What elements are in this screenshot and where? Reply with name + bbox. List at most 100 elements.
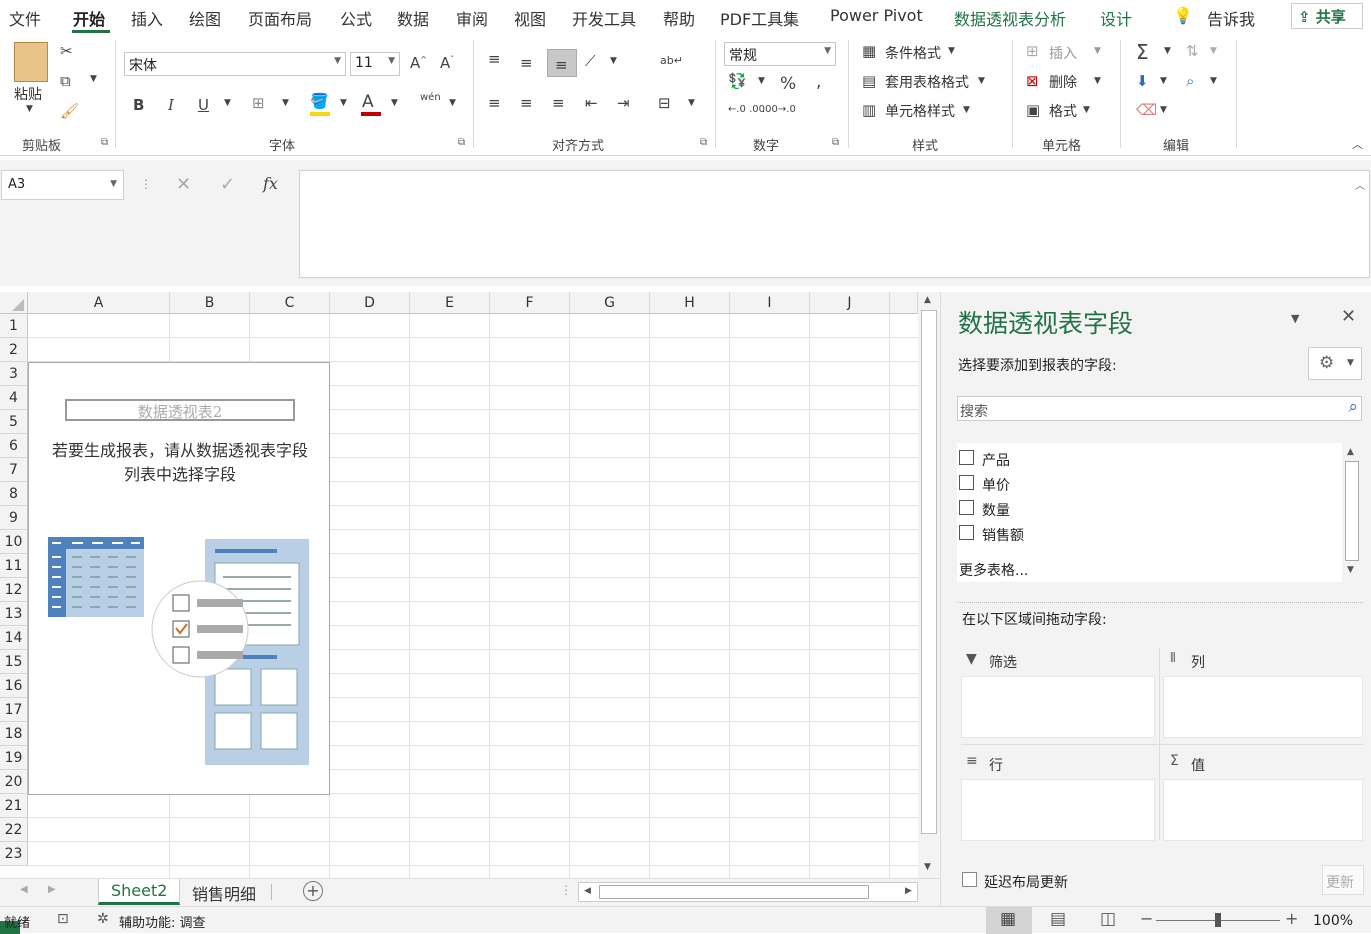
tab-draw[interactable]: 绘图 bbox=[189, 6, 221, 30]
chevron-down-icon[interactable]: ▼ bbox=[340, 98, 347, 108]
row-header[interactable]: 11 bbox=[0, 554, 28, 578]
field-label-unit-price[interactable]: 单价 bbox=[982, 475, 1010, 495]
table-format-button[interactable]: 套用表格格式 bbox=[885, 72, 969, 92]
paste-dropdown-icon[interactable]: ▼ bbox=[26, 104, 33, 114]
align-bottom-button[interactable]: ≡ bbox=[547, 49, 577, 77]
horizontal-scrollbar[interactable]: ◀ ▶ bbox=[578, 882, 918, 902]
tab-page-layout[interactable]: 页面布局 bbox=[248, 6, 312, 30]
share-button[interactable]: ⇪ 共享 bbox=[1291, 3, 1363, 29]
increase-decimal-icon[interactable]: ←.0 .00 bbox=[728, 104, 765, 115]
tab-file[interactable]: 文件 bbox=[9, 6, 41, 30]
scroll-down-icon[interactable]: ▼ bbox=[924, 862, 931, 872]
vertical-scroll-thumb[interactable] bbox=[921, 310, 937, 834]
orientation-icon[interactable]: ⟋ bbox=[585, 52, 596, 70]
currency-icon[interactable]: 💱 bbox=[728, 72, 747, 90]
tab-data[interactable]: 数据 bbox=[397, 6, 429, 30]
field-checkbox-unit-price[interactable] bbox=[959, 475, 974, 490]
columns-drop-zone[interactable] bbox=[1163, 676, 1363, 738]
decrease-decimal-icon[interactable]: .00→.0 bbox=[762, 104, 796, 115]
pane-settings-button[interactable]: ⚙ ▼ bbox=[1308, 347, 1362, 380]
format-painter-icon[interactable]: 🖌 bbox=[60, 102, 79, 120]
row-header[interactable]: 17 bbox=[0, 698, 28, 722]
field-label-quantity[interactable]: 数量 bbox=[982, 500, 1010, 520]
font-color-icon[interactable]: A bbox=[362, 92, 374, 112]
row-header[interactable]: 7 bbox=[0, 458, 28, 482]
column-header[interactable]: J bbox=[810, 292, 890, 314]
row-header[interactable]: 6 bbox=[0, 434, 28, 458]
sheet-tab-sheet2[interactable]: Sheet2 bbox=[98, 879, 181, 905]
formula-input[interactable]: ︿ bbox=[299, 170, 1370, 278]
chevron-down-icon[interactable]: ▼ bbox=[1210, 46, 1217, 56]
row-header[interactable]: 18 bbox=[0, 722, 28, 746]
update-button[interactable]: 更新 bbox=[1322, 865, 1364, 895]
field-checkbox-quantity[interactable] bbox=[959, 500, 974, 515]
defer-layout-label[interactable]: 延迟布局更新 bbox=[984, 872, 1068, 892]
name-box[interactable]: A3 ▼ bbox=[1, 170, 124, 200]
cancel-icon[interactable]: ✕ bbox=[176, 174, 191, 195]
column-header[interactable]: C bbox=[250, 292, 330, 314]
macro-record-icon[interactable]: ⊡ bbox=[57, 911, 69, 927]
column-header[interactable]: G bbox=[570, 292, 650, 314]
accessibility-status[interactable]: 辅助功能: 调查 bbox=[119, 912, 206, 931]
chevron-down-icon[interactable]: ▼ bbox=[1094, 76, 1101, 86]
pivot-table-placeholder[interactable]: 数据透视表2 若要生成报表，请从数据透视表字段 列表中选择字段 bbox=[28, 362, 330, 795]
search-icon[interactable]: ⌕ bbox=[1348, 397, 1358, 417]
tab-formulas[interactable]: 公式 bbox=[340, 6, 372, 30]
row-header[interactable]: 19 bbox=[0, 746, 28, 770]
chevron-down-icon[interactable]: ▼ bbox=[1210, 76, 1217, 86]
select-all-button[interactable] bbox=[0, 292, 28, 314]
scroll-up-icon[interactable]: ▲ bbox=[924, 295, 931, 305]
percent-button[interactable]: % bbox=[780, 74, 796, 94]
paste-button[interactable]: 粘贴 bbox=[14, 84, 42, 104]
field-search-box[interactable]: 搜索 ⌕ bbox=[957, 396, 1362, 421]
zoom-slider-thumb[interactable] bbox=[1215, 913, 1221, 927]
increase-indent-icon[interactable]: ⇥ bbox=[617, 94, 630, 112]
filter-drop-zone[interactable] bbox=[961, 676, 1155, 738]
decrease-font-icon[interactable]: Aˇ bbox=[440, 54, 454, 72]
zoom-out-icon[interactable]: − bbox=[1140, 909, 1153, 928]
scroll-up-icon[interactable]: ▲ bbox=[1347, 447, 1354, 457]
zoom-level[interactable]: 100% bbox=[1313, 913, 1353, 929]
chevron-down-icon[interactable]: ▼ bbox=[1094, 46, 1101, 56]
border-icon[interactable]: ⊞ bbox=[252, 94, 265, 112]
insert-cells-icon[interactable]: ⊞ bbox=[1026, 42, 1039, 60]
decrease-indent-icon[interactable]: ⇤ bbox=[585, 94, 598, 112]
tab-pdf[interactable]: PDF工具集 bbox=[720, 6, 799, 30]
italic-button[interactable]: I bbox=[168, 96, 174, 114]
row-header[interactable]: 4 bbox=[0, 386, 28, 410]
tab-developer[interactable]: 开发工具 bbox=[572, 6, 636, 30]
collapse-formula-icon[interactable]: ︿ bbox=[1355, 177, 1365, 192]
tab-design[interactable]: 设计 bbox=[1100, 6, 1132, 30]
align-center-icon[interactable]: ≡ bbox=[520, 94, 533, 112]
enter-icon[interactable]: ✓ bbox=[220, 174, 235, 195]
field-list-scroll-thumb[interactable] bbox=[1345, 461, 1359, 561]
chevron-down-icon[interactable]: ▼ bbox=[449, 98, 456, 108]
align-middle-icon[interactable]: ≡ bbox=[520, 54, 533, 72]
format-cells-icon[interactable]: ▣ bbox=[1026, 101, 1040, 119]
normal-view-button[interactable]: ▦ bbox=[986, 907, 1032, 934]
phonetic-icon[interactable]: wén bbox=[420, 92, 441, 103]
fill-icon[interactable]: ⬇ bbox=[1136, 72, 1149, 90]
row-header[interactable]: 14 bbox=[0, 626, 28, 650]
column-header[interactable]: H bbox=[650, 292, 730, 314]
tab-home[interactable]: 开始 bbox=[73, 6, 105, 30]
sort-filter-icon[interactable]: ⇅ bbox=[1186, 42, 1199, 60]
copy-icon[interactable]: ⧉ bbox=[60, 72, 71, 90]
field-label-sales[interactable]: 销售额 bbox=[982, 525, 1024, 545]
autosum-icon[interactable]: Σ bbox=[1136, 40, 1149, 64]
row-header[interactable]: 9 bbox=[0, 506, 28, 530]
page-break-view-icon[interactable]: ◫ bbox=[1100, 909, 1116, 929]
collapse-ribbon-icon[interactable]: ︿ bbox=[1352, 136, 1363, 152]
tab-power-pivot[interactable]: Power Pivot bbox=[830, 6, 923, 25]
font-size-combo[interactable]: 11 ▼ bbox=[350, 52, 400, 76]
column-header[interactable]: D bbox=[330, 292, 410, 314]
font-launcher-icon[interactable]: ⧉ bbox=[458, 137, 465, 148]
lightbulb-icon[interactable]: 💡 bbox=[1173, 6, 1193, 25]
field-label-product[interactable]: 产品 bbox=[982, 450, 1010, 470]
chevron-down-icon[interactable]: ▼ bbox=[224, 98, 231, 108]
chevron-down-icon[interactable]: ▼ bbox=[1160, 105, 1167, 115]
tell-me[interactable]: 告诉我 bbox=[1207, 6, 1255, 30]
field-list-scrollbar[interactable]: ▲ ▼ bbox=[1342, 443, 1362, 582]
chevron-down-icon[interactable]: ▼ bbox=[978, 76, 985, 86]
cell-styles-button[interactable]: 单元格样式 bbox=[885, 101, 955, 121]
